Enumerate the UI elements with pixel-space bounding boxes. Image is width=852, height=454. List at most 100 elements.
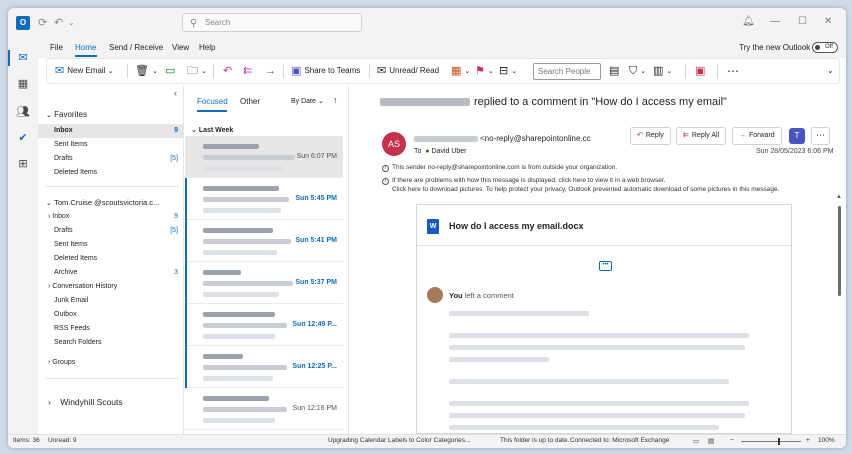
- account-header[interactable]: ⌄ Tom.Cruise @scoutsvictoria.c...: [38, 196, 184, 210]
- normal-view-icon[interactable]: ▭: [693, 437, 699, 445]
- unread-read-button[interactable]: ✉ Unread/ Read: [377, 59, 439, 83]
- sync-icon[interactable]: ⟳: [38, 17, 47, 29]
- undo-icon[interactable]: ↶: [54, 17, 63, 29]
- colors-button[interactable]: ▥ ⌄: [653, 59, 672, 83]
- try-new-outlook-toggle[interactable]: Off: [812, 42, 838, 53]
- favorite-sent-items[interactable]: Sent Items: [38, 138, 184, 152]
- rules-button[interactable]: ⊟ ⌄: [499, 59, 517, 83]
- minimize-button[interactable]: —: [770, 16, 780, 27]
- reading-pane-scrollbar[interactable]: [838, 206, 841, 296]
- zoom-level[interactable]: 100%: [818, 437, 835, 444]
- menu-file[interactable]: File: [50, 43, 63, 52]
- tab-other[interactable]: Other: [240, 97, 260, 106]
- folder-archive[interactable]: Archive 3: [38, 266, 184, 280]
- apps-icon[interactable]: ⊞: [15, 156, 31, 172]
- maximize-button[interactable]: ☐: [798, 16, 807, 27]
- list-item[interactable]: Sun 12:16 PM: [185, 388, 343, 430]
- zoom-in-icon[interactable]: +: [806, 437, 810, 444]
- people-icon[interactable]: 👥︎: [15, 104, 31, 120]
- sort-direction-icon[interactable]: ↑: [333, 95, 338, 105]
- redacted-sender-name: [380, 98, 470, 107]
- sort-by-date-button[interactable]: By Date ⌄: [291, 97, 324, 105]
- folder-label: Archive: [54, 269, 78, 276]
- menu-send-receive[interactable]: Send / Receive: [109, 43, 163, 52]
- menu-view[interactable]: View: [172, 43, 189, 52]
- reading-view-icon[interactable]: ▤: [708, 437, 714, 445]
- favorite-drafts[interactable]: Drafts [5]: [38, 152, 184, 166]
- teams-icon[interactable]: T: [789, 128, 805, 144]
- address-book-button[interactable]: ▤: [609, 59, 622, 83]
- tab-focused[interactable]: Focused: [197, 97, 228, 106]
- close-button[interactable]: ✕: [824, 16, 832, 27]
- search-people-input[interactable]: Search People: [533, 63, 601, 80]
- zoom-slider-thumb[interactable]: [778, 438, 780, 445]
- list-item[interactable]: Sun 12:49 P...: [185, 304, 343, 346]
- reply-button[interactable]: ↶ Reply: [630, 127, 671, 145]
- menu-home[interactable]: Home: [75, 43, 96, 52]
- list-item[interactable]: Sun 5:37 PM: [185, 262, 343, 304]
- info-text: This sender no-reply@sharepointonline.co…: [392, 164, 618, 171]
- more-actions-button[interactable]: ⋯: [811, 127, 830, 145]
- other-account-header[interactable]: › Windyhill Scouts: [38, 394, 184, 410]
- document-title[interactable]: How do I access my email.docx: [449, 221, 584, 231]
- zoom-slider[interactable]: [741, 441, 801, 442]
- share-to-teams-button[interactable]: ▣ Share to Teams: [291, 59, 360, 83]
- folder-junk-email[interactable]: Junk Email: [38, 294, 184, 308]
- folder-sent-items[interactable]: Sent Items: [38, 238, 184, 252]
- download-pictures-notice[interactable]: Click here to download pictures. To help…: [392, 186, 779, 193]
- scroll-up-icon[interactable]: ▲: [836, 194, 842, 200]
- list-item[interactable]: Sun 12:25 P...: [185, 346, 343, 388]
- list-item[interactable]: Sun 5:41 PM: [185, 220, 343, 262]
- reports-button[interactable]: ▣: [695, 59, 708, 83]
- folder-search-folders[interactable]: Search Folders: [38, 336, 184, 350]
- more-ribbon-button[interactable]: ⋯: [727, 59, 739, 83]
- redacted-preview: [203, 250, 277, 255]
- reply-all-button[interactable]: ⇇: [243, 59, 255, 83]
- list-item[interactable]: Sun 5:45 PM: [185, 178, 343, 220]
- list-item[interactable]: Sun 6:07 PM: [185, 136, 343, 178]
- forward-button[interactable]: → Forward: [732, 127, 782, 145]
- ribbon-expand-chevron-icon[interactable]: ⌄: [827, 59, 834, 83]
- display-problem-notice[interactable]: i If there are problems with how this mes…: [382, 177, 665, 185]
- categorize-button[interactable]: ▦ ⌄: [451, 59, 470, 83]
- flag-button[interactable]: ⚑ ⌄: [475, 59, 494, 83]
- reply-button[interactable]: ↶: [223, 59, 235, 83]
- avatar[interactable]: AS: [382, 132, 406, 156]
- message-from[interactable]: <no-reply@sharepointonline.cc: [414, 134, 591, 143]
- customize-chevron-icon[interactable]: ⌄: [68, 17, 75, 29]
- zoom-out-icon[interactable]: −: [730, 437, 734, 444]
- favorite-inbox[interactable]: Inbox 9: [38, 124, 184, 138]
- reply-all-button[interactable]: ⇇ Reply All: [676, 127, 727, 145]
- favorites-header[interactable]: ⌄ Favorites: [38, 108, 184, 122]
- todo-icon[interactable]: ✔: [15, 130, 31, 146]
- folder-pane: ‹ ⌄ Favorites Inbox 9 Sent Items Drafts [5…: [38, 86, 184, 434]
- forward-button[interactable]: →: [265, 59, 279, 83]
- folder-inbox[interactable]: › Inbox 9: [38, 210, 184, 224]
- message-time: Sun 12:16 PM: [292, 405, 337, 412]
- folder-label: Conversation History: [52, 283, 118, 290]
- folder-label: Groups: [52, 359, 76, 366]
- menu-help[interactable]: Help: [199, 43, 215, 52]
- folder-outbox[interactable]: Outbox: [38, 308, 184, 322]
- search-box[interactable]: ⚲ Search: [182, 13, 362, 32]
- folder-separator: [46, 186, 178, 187]
- new-email-button[interactable]: ✉ New Email ⌄: [55, 59, 114, 83]
- to-name[interactable]: David Uber: [431, 148, 466, 155]
- folder-rss-feeds[interactable]: RSS Feeds: [38, 322, 184, 336]
- mail-icon[interactable]: ✉: [15, 50, 31, 66]
- collapse-pane-chevron-icon[interactable]: ‹: [174, 88, 177, 98]
- group-header-last-week[interactable]: ⌄ Last Week: [191, 126, 233, 134]
- delete-button[interactable]: 🗑︎ ⌄: [135, 59, 158, 83]
- folder-groups[interactable]: › Groups: [38, 356, 184, 370]
- redacted-subject: [203, 407, 287, 412]
- folder-drafts[interactable]: Drafts [5]: [38, 224, 184, 238]
- calendar-icon[interactable]: ▦: [15, 76, 31, 92]
- filter-button[interactable]: ⛉ ⌄: [629, 59, 646, 83]
- folder-deleted-items[interactable]: Deleted Items: [38, 252, 184, 266]
- bell-icon[interactable]: 🔔︎: [742, 16, 755, 27]
- favorite-deleted-items[interactable]: Deleted Items: [38, 166, 184, 180]
- folder-conversation-history[interactable]: › Conversation History: [38, 280, 184, 294]
- move-button[interactable]: 🗀 ⌄: [187, 59, 207, 83]
- archive-button[interactable]: ▭: [165, 59, 178, 83]
- external-sender-notice: i This sender no-reply@sharepointonline.c…: [382, 164, 617, 172]
